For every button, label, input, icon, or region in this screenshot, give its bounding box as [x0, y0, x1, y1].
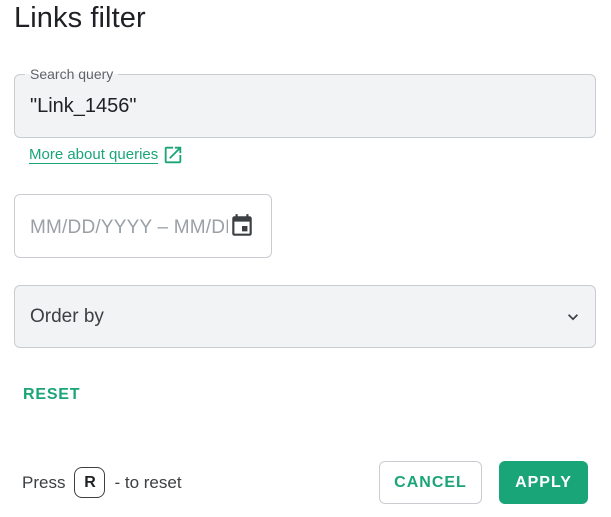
- search-query-label: Search query: [25, 66, 119, 82]
- reset-key: R: [74, 467, 106, 498]
- apply-button[interactable]: APPLY: [499, 461, 588, 504]
- links-filter-dialog: Links filter Search query More about que…: [0, 0, 611, 517]
- hint-prefix: Press: [22, 472, 66, 492]
- chevron-down-icon: [568, 314, 578, 321]
- date-range-field[interactable]: MM/DD/YYYY – MM/DD/YYYY: [14, 194, 272, 258]
- order-by-select[interactable]: Order by: [14, 285, 596, 348]
- more-about-queries-link[interactable]: More about queries: [29, 144, 184, 166]
- search-query-input[interactable]: [30, 95, 570, 118]
- reset-hint: Press R - to reset: [22, 467, 182, 498]
- reset-button[interactable]: RESET: [14, 380, 89, 410]
- cancel-button[interactable]: CANCEL: [379, 461, 482, 504]
- hint-suffix: - to reset: [114, 472, 182, 492]
- dialog-title: Links filter: [14, 2, 146, 34]
- order-by-label: Order by: [30, 306, 104, 327]
- calendar-icon[interactable]: [229, 213, 255, 239]
- external-link-icon: [165, 146, 182, 164]
- date-range-placeholder: MM/DD/YYYY – MM/DD/YYYY: [30, 217, 228, 238]
- more-about-queries-label: More about queries: [29, 146, 159, 164]
- search-query-field[interactable]: Search query: [14, 66, 596, 138]
